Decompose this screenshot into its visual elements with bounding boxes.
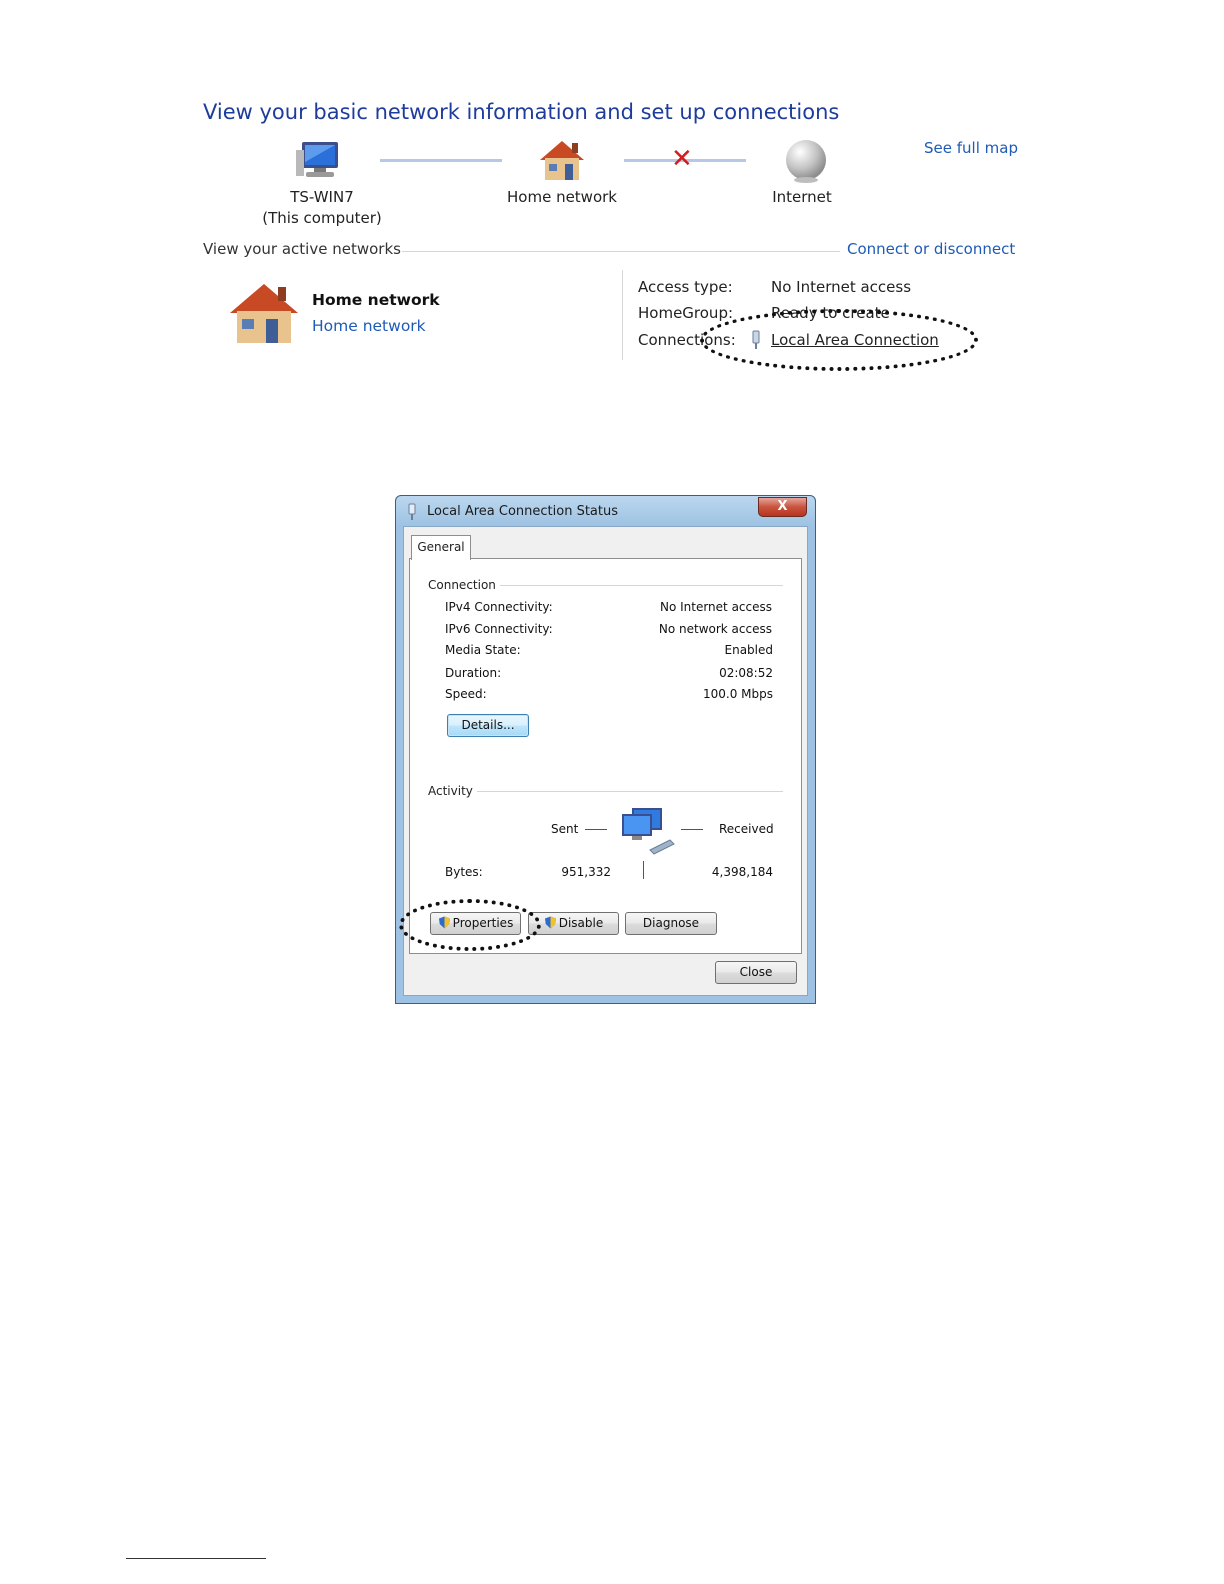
- computer-note: (This computer): [262, 209, 382, 227]
- bytes-sent-value: 951,332: [561, 865, 611, 879]
- bytes-divider: [643, 861, 644, 879]
- divider: [622, 270, 623, 360]
- activity-section-label: Activity: [428, 784, 473, 798]
- close-window-button[interactable]: X: [758, 497, 807, 517]
- disable-button-label: Disable: [558, 916, 604, 930]
- divider: [402, 251, 840, 252]
- footnote-rule: [126, 1558, 266, 1559]
- access-type-label: Access type:: [638, 278, 733, 296]
- speed-label: Speed:: [445, 687, 487, 701]
- duration-value: 02:08:52: [719, 666, 773, 680]
- map-internet-label: Internet: [772, 188, 832, 206]
- diagnose-button[interactable]: Diagnose: [625, 912, 717, 935]
- divider: [477, 791, 783, 792]
- ethernet-connection-icon: [408, 503, 416, 520]
- media-state-value: Enabled: [724, 643, 774, 657]
- details-button[interactable]: Details...: [447, 714, 529, 737]
- tab-general[interactable]: General: [411, 535, 471, 560]
- no-connection-x-icon: ✕: [671, 144, 693, 174]
- page-title: View your basic network information and …: [203, 100, 840, 124]
- home-network-icon[interactable]: [538, 138, 586, 184]
- sent-label: Sent: [551, 822, 579, 836]
- disable-button[interactable]: Disable: [528, 912, 619, 935]
- computer-name: TS-WIN7: [290, 188, 354, 206]
- received-line: [681, 829, 703, 830]
- homegroup-label: HomeGroup:: [638, 304, 734, 322]
- internet-globe-icon[interactable]: [783, 138, 829, 184]
- annotation-ellipse-properties: [399, 899, 541, 951]
- dialog-title: Local Area Connection Status: [427, 504, 618, 519]
- divider: [500, 585, 783, 586]
- connection-line-computer-network: [380, 159, 502, 162]
- sent-line: [585, 829, 607, 830]
- see-full-map-link[interactable]: See full map: [924, 139, 1018, 157]
- bytes-received-value: 4,398,184: [711, 865, 773, 879]
- home-network-large-icon: [230, 284, 298, 343]
- media-state-label: Media State:: [445, 643, 521, 657]
- speed-value: 100.0 Mbps: [702, 687, 773, 701]
- ipv6-connectivity-label: IPv6 Connectivity:: [445, 622, 553, 636]
- ipv4-connectivity-value: No Internet access: [659, 600, 772, 614]
- close-button[interactable]: Close: [715, 961, 797, 984]
- received-label: Received: [719, 822, 774, 836]
- duration-label: Duration:: [445, 666, 502, 680]
- access-type-value: No Internet access: [771, 278, 912, 296]
- active-networks-heading: View your active networks: [203, 240, 401, 258]
- uac-shield-icon: [544, 916, 556, 929]
- active-network-name: Home network: [312, 291, 440, 309]
- network-type-link[interactable]: Home network: [312, 317, 426, 335]
- ipv6-connectivity-value: No network access: [658, 622, 772, 636]
- dialog-titlebar[interactable]: Local Area Connection Status X: [396, 496, 815, 526]
- connection-section-label: Connection: [428, 578, 496, 592]
- map-network-label: Home network: [507, 188, 617, 206]
- ipv4-connectivity-label: IPv4 Connectivity:: [445, 600, 553, 614]
- annotation-ellipse-connection: [700, 309, 978, 371]
- bytes-label: Bytes:: [445, 865, 483, 879]
- network-activity-icon: [622, 808, 675, 855]
- tab-page-general: Connection IPv4 Connectivity: No Interne…: [409, 558, 802, 954]
- computer-icon: [296, 142, 338, 177]
- connect-or-disconnect-link[interactable]: Connect or disconnect: [847, 240, 1015, 258]
